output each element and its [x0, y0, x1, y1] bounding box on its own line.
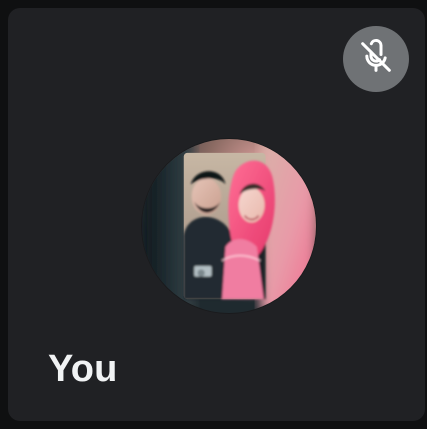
mic-status-button[interactable]	[343, 26, 409, 92]
mic-off-icon	[356, 37, 396, 82]
participant-tile: You	[8, 8, 425, 421]
participant-name-label: You	[48, 348, 118, 390]
avatar	[142, 139, 316, 313]
